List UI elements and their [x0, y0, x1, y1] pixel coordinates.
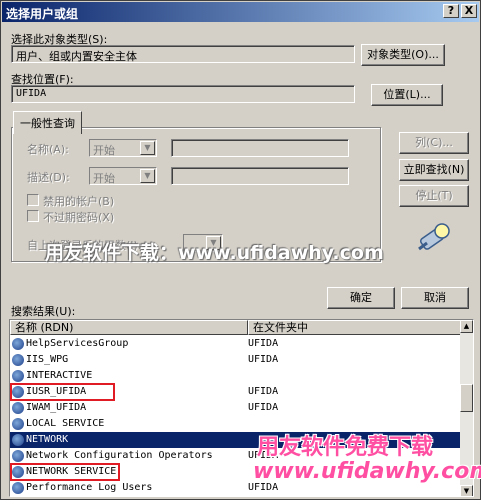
name-input[interactable]: [171, 139, 349, 157]
group-icon: [12, 418, 24, 430]
help-button[interactable]: ?: [443, 4, 459, 18]
scroll-down-icon[interactable]: ▼: [460, 485, 473, 496]
search-animation-icon: [418, 223, 450, 251]
description-match-value: 开始: [93, 172, 115, 185]
non-expiring-password-label: 不过期密码(X): [43, 211, 115, 224]
table-row[interactable]: INTERACTIVE: [10, 368, 462, 384]
group-icon: [12, 370, 24, 382]
results-scrollbar[interactable]: ▲ ▼: [460, 320, 473, 496]
group-icon: [12, 434, 24, 446]
dropdown-arrow-icon: ▼: [140, 141, 155, 155]
table-row[interactable]: IIS_WPG UFIDA: [10, 352, 462, 368]
table-row[interactable]: HelpServicesGroup UFIDA: [10, 336, 462, 352]
dropdown-arrow-icon: ▼: [140, 169, 155, 183]
column-header-name[interactable]: 名称 (RDN): [10, 320, 248, 335]
dropdown-arrow-icon: ▼: [206, 236, 221, 250]
tab-general-query[interactable]: 一般性查询: [13, 111, 82, 134]
object-types-button[interactable]: 对象类型(O)...: [361, 44, 445, 66]
find-now-button[interactable]: 立即查找(N): [399, 159, 469, 181]
close-button[interactable]: X: [461, 4, 477, 18]
days-since-logon-combo[interactable]: ▼: [183, 234, 223, 252]
name-match-value: 开始: [93, 144, 115, 157]
columns-button[interactable]: 列(C)...: [399, 132, 469, 154]
scroll-up-icon[interactable]: ▲: [460, 320, 473, 333]
group-icon: [12, 354, 24, 366]
table-row[interactable]: IWAM_UFIDA UFIDA: [10, 400, 462, 416]
locations-button[interactable]: 位置(L)...: [371, 84, 443, 106]
table-row-selected[interactable]: NETWORK: [10, 432, 462, 448]
non-expiring-password-checkbox[interactable]: [27, 210, 39, 222]
disabled-accounts-label: 禁用的帐户(B): [43, 195, 115, 208]
name-label: 名称(A):: [27, 143, 69, 156]
disabled-accounts-checkbox[interactable]: [27, 194, 39, 206]
location-field: UFIDA: [11, 85, 355, 103]
scroll-thumb[interactable]: [460, 384, 473, 412]
table-row[interactable]: LOCAL SERVICE: [10, 416, 462, 432]
description-label: 描述(D):: [27, 171, 70, 184]
stop-button[interactable]: 停止(T): [399, 185, 469, 207]
table-row[interactable]: Network Configuration Operators UFIDA: [10, 448, 462, 464]
title-bar: 选择用户或组 ? X: [2, 2, 479, 22]
window-title: 选择用户或组: [6, 7, 79, 21]
select-users-dialog: 选择用户或组 ? X 选择此对象类型(S): 用户、组或内置安全主体 对象类型(…: [0, 0, 481, 500]
search-results-list[interactable]: 名称 (RDN) 在文件夹中 HelpServicesGroup UFIDA I…: [9, 319, 474, 497]
highlight-box-network-service: [10, 463, 120, 481]
column-header-folder[interactable]: 在文件夹中: [248, 320, 462, 335]
search-results-label: 搜索结果(U):: [11, 305, 76, 318]
days-since-logon-label: 自上次登录后的天数(I):: [27, 239, 142, 252]
table-row[interactable]: Performance Log Users UFIDA: [10, 480, 462, 496]
user-icon: [12, 402, 24, 414]
object-type-field: 用户、组或内置安全主体: [11, 45, 355, 63]
group-icon: [12, 450, 24, 462]
description-input[interactable]: [171, 167, 349, 185]
name-match-combo[interactable]: 开始 ▼: [89, 139, 157, 157]
ok-button[interactable]: 确定: [327, 287, 395, 309]
description-match-combo[interactable]: 开始 ▼: [89, 167, 157, 185]
group-icon: [12, 338, 24, 350]
highlight-box-iusr: [10, 383, 115, 401]
cancel-button[interactable]: 取消: [401, 287, 469, 309]
group-icon: [12, 482, 24, 494]
